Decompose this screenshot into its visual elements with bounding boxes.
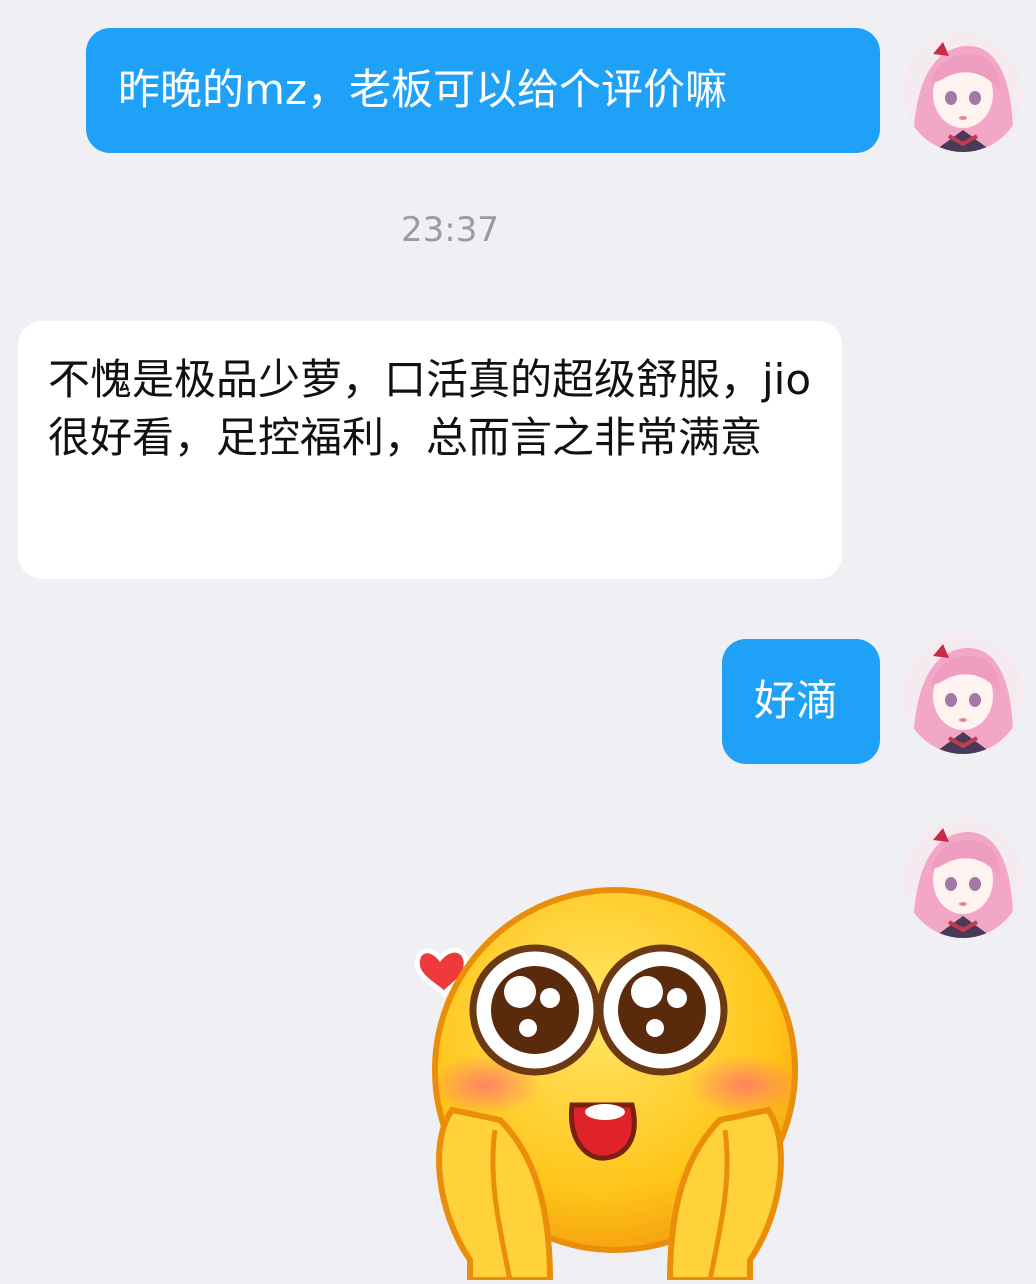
message-bubble-outgoing-2[interactable]: 好滴: [722, 639, 880, 764]
avatar-image: [903, 32, 1023, 152]
blushing-face-sticker-icon: [414, 887, 800, 1283]
message-text: 不愧是极品少萝，口活真的超级舒服，jio很好看，足控福利，总而言之非常满意: [48, 355, 812, 462]
message-bubble-incoming[interactable]: 不愧是极品少萝，口活真的超级舒服，jio很好看，足控福利，总而言之非常满意: [18, 321, 842, 579]
avatar[interactable]: [903, 634, 1023, 754]
message-bubble-outgoing-1[interactable]: 昨晚的mz，老板可以给个评价嘛: [86, 28, 880, 153]
avatar[interactable]: [903, 32, 1023, 152]
message-text: 好滴: [754, 676, 839, 725]
sticker-message[interactable]: [400, 880, 820, 1283]
avatar-image: [903, 818, 1023, 938]
avatar-image: [903, 634, 1023, 754]
avatar[interactable]: [903, 818, 1023, 938]
message-timestamp: 23:37: [401, 210, 499, 250]
message-text: 昨晚的mz，老板可以给个评价嘛: [118, 65, 727, 114]
